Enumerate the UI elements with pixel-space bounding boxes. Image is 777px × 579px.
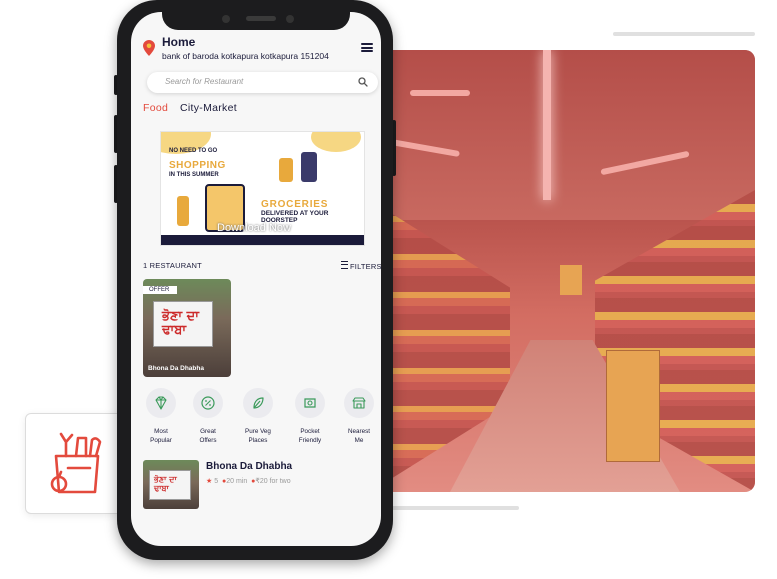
- category-nearest-me[interactable]: Nearest Me: [339, 388, 379, 445]
- category-most-popular[interactable]: Most Popular: [141, 388, 181, 445]
- tab-city-market[interactable]: City-Market: [180, 102, 237, 114]
- restaurant-rating: 5: [214, 478, 219, 485]
- banner-line-2: SHOPPING: [169, 160, 226, 171]
- banner-footer: [161, 235, 364, 245]
- hamburger-menu-icon[interactable]: [361, 43, 373, 53]
- percent-badge-icon: [201, 396, 215, 410]
- search-input[interactable]: Search for Restaurant: [147, 72, 378, 93]
- restaurant-name[interactable]: Bhona Da Dhabha: [206, 461, 292, 472]
- diamond-icon: [155, 396, 167, 410]
- shopper-illustration: [279, 158, 293, 182]
- tab-food[interactable]: Food: [143, 102, 168, 114]
- banner-line-4: GROCERIES: [261, 199, 329, 210]
- restaurant-meta: ★ 5 ●20 min ●₹20 for two: [206, 478, 291, 485]
- category-great-offers[interactable]: Great Offers: [188, 388, 228, 445]
- grocery-basket-card: [25, 413, 130, 514]
- star-icon: ★: [206, 478, 213, 485]
- shopper-illustration: [301, 152, 317, 182]
- banner-line-3: IN THIS SUMMER: [169, 172, 219, 178]
- restaurant-count: 1 RESTAURANT: [143, 261, 202, 270]
- location-pin-icon: [143, 40, 155, 56]
- promo-banner[interactable]: NO NEED TO GO SHOPPING IN THIS SUMMER GR…: [160, 131, 365, 246]
- decorative-bar: [381, 506, 519, 510]
- restaurant-price: ₹20 for two: [255, 478, 291, 485]
- category-pure-veg[interactable]: Pure Veg Places: [238, 388, 278, 445]
- offer-badge: OFFER: [143, 286, 178, 294]
- decorative-bar: [613, 32, 755, 36]
- phone-notch: [162, 8, 350, 30]
- courier-illustration: [177, 196, 189, 226]
- leaf-icon: [253, 397, 264, 409]
- store-icon: [352, 397, 366, 409]
- restaurant-delivery-time: 20 min: [226, 478, 248, 485]
- featured-restaurant-card[interactable]: OFFER ਭੋਣਾ ਦਾ ਢਾਬਾ Bhona Da Dhabha: [143, 279, 231, 377]
- search-icon[interactable]: [358, 77, 368, 87]
- supermarket-photo: [370, 50, 755, 492]
- wallet-icon: [304, 398, 316, 408]
- grocery-basket-icon: [50, 432, 102, 494]
- location-address[interactable]: bank of baroda kotkapura kotkapura 15120…: [162, 51, 329, 61]
- filter-icon: [341, 261, 348, 269]
- location-title[interactable]: Home: [162, 35, 195, 49]
- banner-line-1: NO NEED TO GO: [169, 148, 218, 154]
- category-pocket-friendly[interactable]: Pocket Friendly: [290, 388, 330, 445]
- filters-button[interactable]: FILTERS: [341, 261, 382, 271]
- search-placeholder: Search for Restaurant: [165, 77, 244, 86]
- download-now-label[interactable]: Download Now: [217, 222, 291, 234]
- restaurant-thumbnail[interactable]: ਭੋਣਾ ਦਾ ਢਾਬਾ: [143, 460, 199, 509]
- restaurant-signboard: ਭੋਣਾ ਦਾ ਢਾਬਾ: [153, 301, 213, 347]
- featured-restaurant-name: Bhona Da Dhabha: [148, 365, 204, 372]
